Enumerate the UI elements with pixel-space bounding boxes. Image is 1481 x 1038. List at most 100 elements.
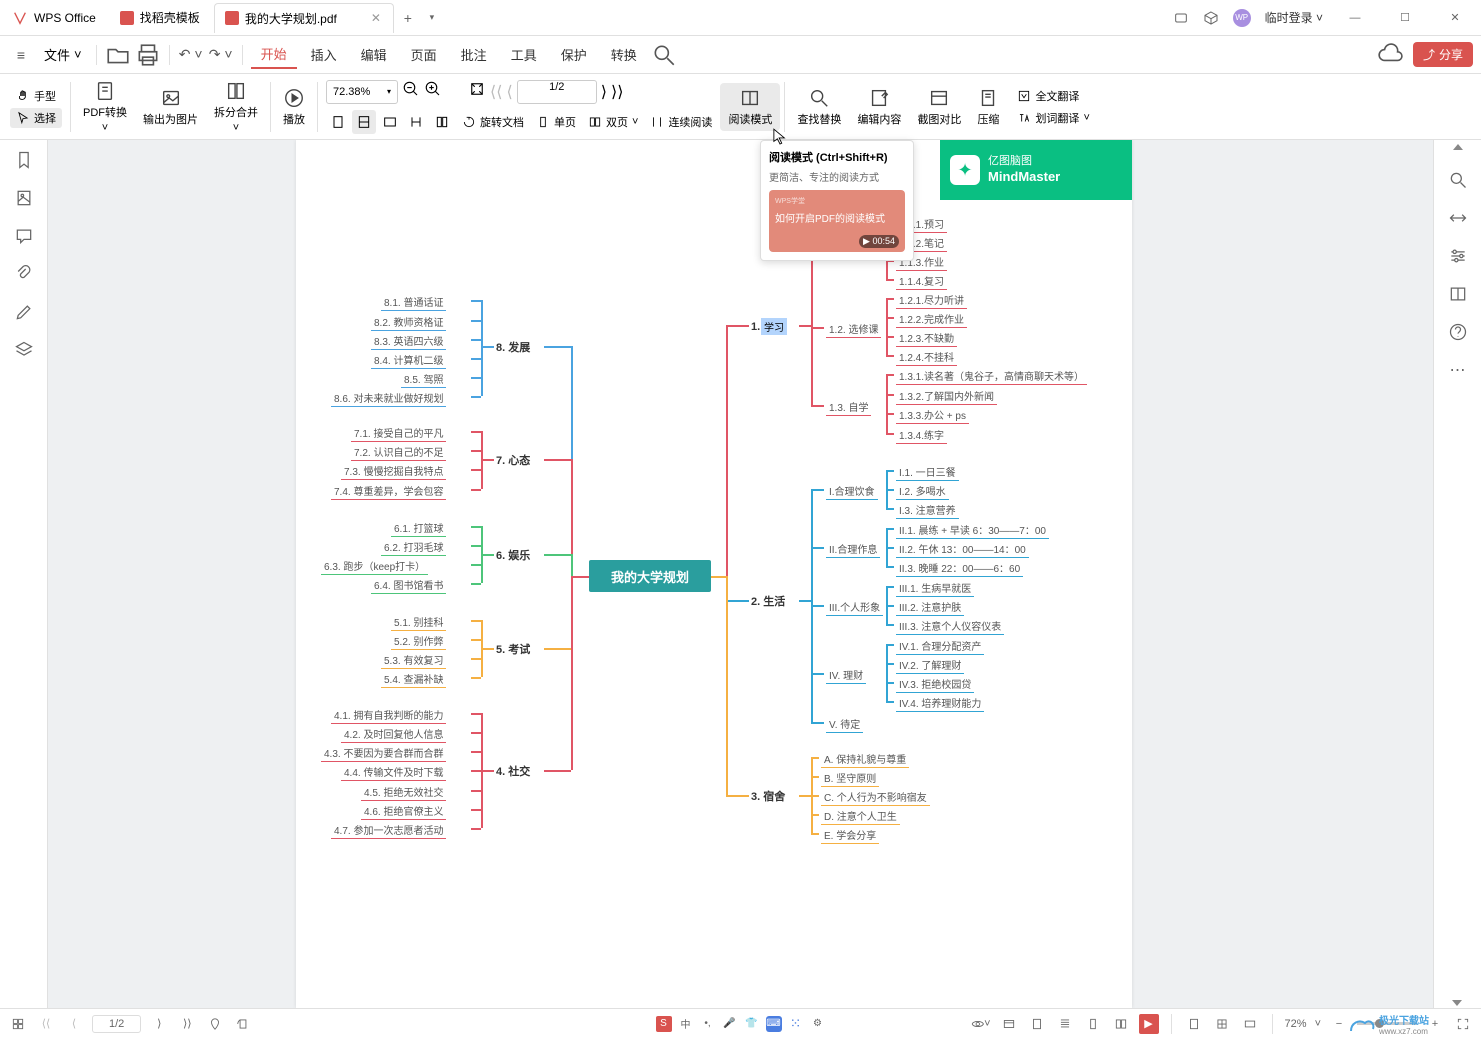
fit-5[interactable]	[430, 110, 454, 134]
hand-tool[interactable]: 手型	[10, 86, 62, 106]
sb-view5-icon[interactable]	[1111, 1014, 1131, 1034]
maximize-button[interactable]: ☐	[1387, 3, 1423, 33]
single-page-button[interactable]: 单页	[532, 112, 580, 132]
device-icon[interactable]	[1173, 10, 1189, 26]
more-icon[interactable]: ⋯	[1448, 360, 1468, 380]
edit-content-button[interactable]: 编辑内容	[849, 83, 909, 131]
user-avatar[interactable]: WP	[1233, 9, 1251, 27]
read-right-icon[interactable]	[1448, 284, 1468, 304]
cloud-icon[interactable]	[1377, 42, 1403, 68]
sb-eye-icon[interactable]: ˅	[971, 1014, 991, 1034]
thumbnail-icon[interactable]	[14, 188, 34, 208]
login-text[interactable]: 临时登录 ˅	[1265, 9, 1323, 26]
ime-cn-icon[interactable]: 中	[678, 1016, 694, 1032]
zoom-in-button[interactable]	[424, 80, 442, 103]
cube-icon[interactable]	[1203, 10, 1219, 26]
sb-view4-icon[interactable]	[1083, 1014, 1103, 1034]
sb-grid-icon[interactable]	[8, 1014, 28, 1034]
menu-edit[interactable]: 编辑	[351, 41, 397, 68]
search-icon[interactable]	[651, 42, 677, 68]
scroll-up-icon[interactable]	[1453, 144, 1463, 150]
sb-fullscreen-icon[interactable]	[1453, 1014, 1473, 1034]
menu-convert[interactable]: 转换	[601, 41, 647, 68]
open-icon[interactable]	[105, 42, 131, 68]
sb-fit2-icon[interactable]	[1212, 1014, 1232, 1034]
sogou-icon[interactable]: S	[656, 1016, 672, 1032]
canvas[interactable]: ✦ 亿图脑图MindMaster 我的大学规划 1. 学习1.1. 专业课1.1…	[48, 140, 1433, 1008]
full-translate-button[interactable]: 全文翻译	[1011, 86, 1095, 106]
zoom-input[interactable]: 72.38%▾	[326, 80, 398, 104]
word-translate-button[interactable]: 划词翻译˅	[1011, 108, 1095, 128]
menu-insert[interactable]: 插入	[301, 41, 347, 68]
sb-page-indicator[interactable]: 1/2	[92, 1015, 141, 1033]
sb-prev-page[interactable]: ⟨	[64, 1014, 84, 1034]
menu-annotate[interactable]: 批注	[451, 41, 497, 68]
ime-keyboard-icon[interactable]: ⌨	[766, 1016, 782, 1032]
minimize-button[interactable]: —	[1337, 3, 1373, 33]
menu-hamburger[interactable]: ≡	[8, 42, 34, 68]
ime-tshirt-icon[interactable]: 👕	[744, 1016, 760, 1032]
tooltip-video[interactable]: WPS学堂 如何开启PDF的阅读模式 ▶ 00:54	[769, 190, 905, 252]
next-page-button[interactable]: ⟩	[601, 82, 607, 102]
compress-button[interactable]: 压缩	[969, 83, 1007, 131]
settings-right-icon[interactable]	[1448, 246, 1468, 266]
sb-last-page[interactable]: ⟩⟩	[177, 1014, 197, 1034]
fit-3[interactable]	[378, 110, 402, 134]
file-menu[interactable]: 文件 ˅	[38, 45, 88, 64]
redo-icon[interactable]: ↷ ˅	[208, 42, 234, 68]
screenshot-compare-button[interactable]: 截图对比	[909, 83, 969, 131]
tab-close[interactable]: ✕	[369, 11, 383, 25]
new-tab-button[interactable]: +	[396, 10, 420, 26]
ime-punct-icon[interactable]: •,	[700, 1016, 716, 1032]
menu-start[interactable]: 开始	[251, 40, 297, 69]
tab-templates[interactable]: 找稻壳模板	[110, 3, 210, 33]
pen-icon[interactable]	[14, 302, 34, 322]
zoom-out-button[interactable]	[402, 80, 420, 103]
sb-zoom-out[interactable]: −	[1329, 1014, 1349, 1034]
ime-gear-icon[interactable]: ⚙	[810, 1016, 826, 1032]
comment-icon[interactable]	[14, 226, 34, 246]
sb-view1-icon[interactable]	[999, 1014, 1019, 1034]
menu-protect[interactable]: 保护	[551, 41, 597, 68]
convert-right-icon[interactable]	[1448, 208, 1468, 228]
split-merge-button[interactable]: 拆分合并˅	[206, 76, 266, 138]
attachment-icon[interactable]	[14, 264, 34, 284]
menu-tools[interactable]: 工具	[501, 41, 547, 68]
search-right-icon[interactable]	[1448, 170, 1468, 190]
sb-fit3-icon[interactable]	[1240, 1014, 1260, 1034]
tab-menu-dropdown[interactable]: ▾	[420, 12, 444, 23]
sb-fit1-icon[interactable]	[1184, 1014, 1204, 1034]
continuous-button[interactable]: 连续阅读	[646, 112, 716, 132]
export-image-button[interactable]: 输出为图片	[135, 83, 206, 131]
fit-2[interactable]	[352, 110, 376, 134]
double-page-button[interactable]: 双页˅	[584, 112, 642, 132]
layers-icon[interactable]	[14, 340, 34, 360]
tab-document[interactable]: 我的大学规划.pdf ✕	[214, 3, 394, 33]
ime-grid-icon[interactable]: ⁙	[788, 1016, 804, 1032]
prev-page-button[interactable]: ⟨	[506, 82, 512, 102]
reading-mode-button[interactable]: 阅读模式	[720, 83, 780, 131]
resize-icon[interactable]	[468, 80, 486, 103]
help-icon[interactable]	[1448, 322, 1468, 342]
play-button[interactable]: 播放	[275, 83, 313, 131]
find-replace-button[interactable]: 查找替换	[789, 83, 849, 131]
ime-mic-icon[interactable]: 🎤	[722, 1016, 738, 1032]
fit-4[interactable]	[404, 110, 428, 134]
last-page-button[interactable]: ⟩⟩	[611, 82, 623, 102]
rotate-button[interactable]: 旋转文档	[458, 112, 528, 132]
page-input[interactable]: 1/2	[517, 80, 597, 104]
share-button[interactable]: ⤴ 分享	[1413, 42, 1473, 67]
menu-page[interactable]: 页面	[401, 41, 447, 68]
fit-1[interactable]	[326, 110, 350, 134]
sb-next-page[interactable]: ⟩	[149, 1014, 169, 1034]
undo-icon[interactable]: ↶ ˅	[178, 42, 204, 68]
pdf-convert-button[interactable]: PDF转换˅	[75, 76, 135, 138]
close-button[interactable]: ✕	[1437, 3, 1473, 33]
sb-play-icon[interactable]: ▶	[1139, 1014, 1159, 1034]
select-tool[interactable]: 选择	[10, 108, 62, 128]
scroll-down-icon[interactable]	[1452, 1000, 1462, 1006]
sb-rotate-icon[interactable]	[233, 1014, 253, 1034]
sb-first-page[interactable]: ⟨⟨	[36, 1014, 56, 1034]
first-page-button[interactable]: ⟨⟨	[490, 82, 502, 102]
sb-view3-icon[interactable]	[1055, 1014, 1075, 1034]
